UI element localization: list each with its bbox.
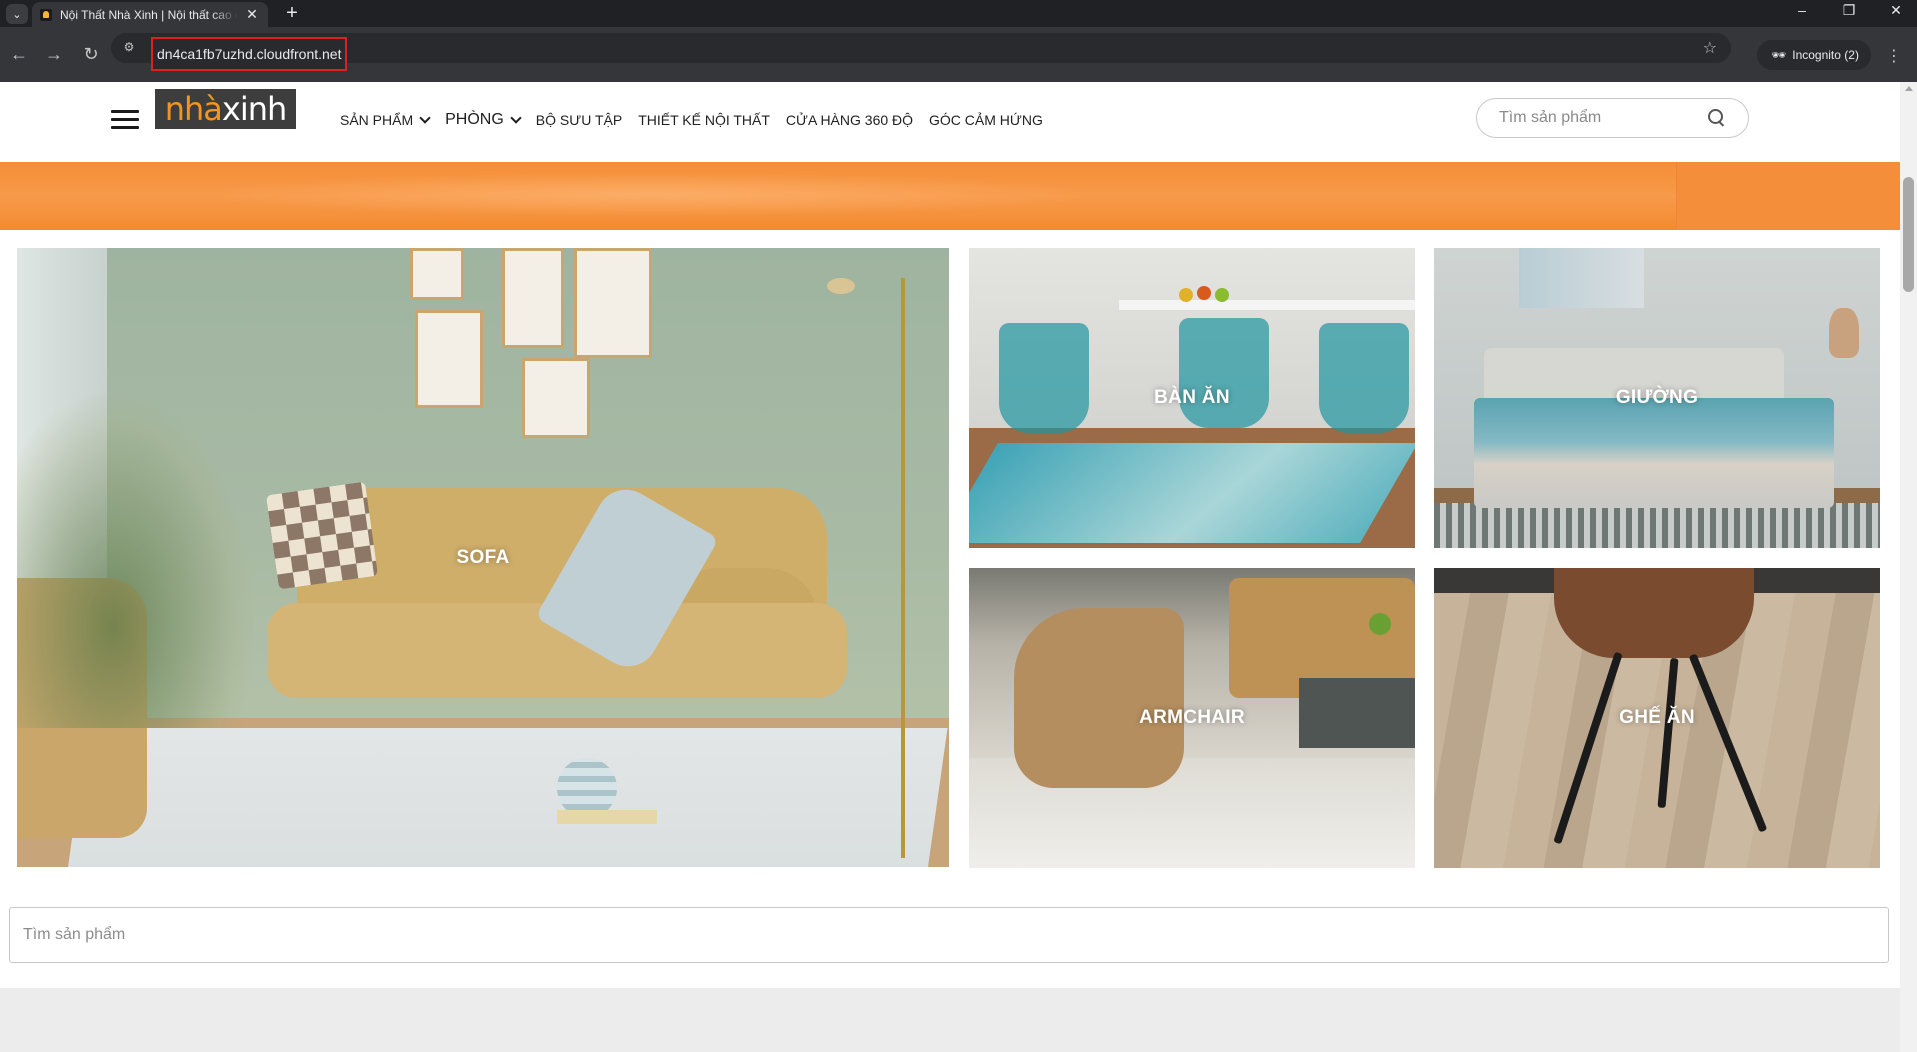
hamburger-menu-icon[interactable] xyxy=(111,110,139,130)
browser-tab[interactable]: Nội Thất Nhà Xinh | Nội thất cao cấp ✕ xyxy=(32,2,268,27)
bookmark-star-icon[interactable]: ☆ xyxy=(1703,38,1717,58)
bottom-search-box xyxy=(9,907,1889,963)
main-nav: SẢN PHẨM PHÒNG BỘ SƯU TẬP THIẾT KẾ NỘI T… xyxy=(340,108,1059,132)
incognito-icon: 🕶 xyxy=(1771,48,1787,62)
url-text[interactable]: dn4ca1fb7uzhd.cloudfront.net xyxy=(151,37,347,71)
category-tile-ghe-an[interactable]: GHẾ ĂN xyxy=(1434,568,1880,868)
site-header: nhà xinh SẢN PHẨM PHÒNG BỘ SƯU TẬP THIẾT… xyxy=(0,82,1900,162)
address-bar[interactable]: ⚙ ☆ xyxy=(111,33,1731,63)
category-label: GHẾ ĂN xyxy=(1619,707,1695,728)
forward-arrow-icon[interactable]: → xyxy=(42,42,66,66)
nav-item-label: SẢN PHẨM xyxy=(340,112,414,128)
promo-banner[interactable] xyxy=(0,162,1900,230)
nav-item-bo-suu-tap[interactable]: BỘ SƯU TẬP xyxy=(536,112,622,128)
nav-item-thiet-ke-noi-that[interactable]: THIẾT KẾ NỘI THẤT xyxy=(638,112,770,128)
incognito-label: Incognito (2) xyxy=(1792,48,1859,62)
category-tile-sofa[interactable]: SOFA xyxy=(17,248,949,867)
minimize-button[interactable]: – xyxy=(1787,2,1817,18)
category-tile-ban-an[interactable]: BÀN ĂN xyxy=(969,248,1415,548)
browser-tab-strip: ⌄ Nội Thất Nhà Xinh | Nội thất cao cấp ✕… xyxy=(0,0,1917,27)
tab-close-icon[interactable]: ✕ xyxy=(244,6,260,23)
nav-item-san-pham[interactable]: SẢN PHẨM xyxy=(340,112,431,128)
restore-button[interactable]: ❐ xyxy=(1834,2,1864,19)
footer-area xyxy=(0,988,1900,1052)
nav-item-label: THIẾT KẾ NỘI THẤT xyxy=(638,112,770,128)
nav-item-goc-cam-hung[interactable]: GÓC CẢM HỨNG xyxy=(929,112,1043,128)
category-label: ARMCHAIR xyxy=(1139,707,1245,728)
site-logo[interactable]: nhà xinh xyxy=(155,89,296,129)
incognito-badge[interactable]: 🕶 Incognito (2) xyxy=(1757,40,1871,70)
bottom-search-input[interactable] xyxy=(23,926,1888,944)
category-label: GIƯỜNG xyxy=(1615,387,1699,408)
new-tab-button[interactable]: + xyxy=(280,2,304,25)
category-label: SOFA xyxy=(456,546,510,568)
chevron-down-icon xyxy=(510,112,522,124)
logo-text-nha: nhà xyxy=(164,90,223,128)
tab-search-button[interactable]: ⌄ xyxy=(6,4,28,24)
scroll-up-arrow-icon[interactable] xyxy=(1905,86,1913,91)
browser-toolbar: ← → ↻ ⚙ ☆ dn4ca1fb7uzhd.cloudfront.net xyxy=(0,27,1917,82)
tab-title: Nội Thất Nhà Xinh | Nội thất cao cấp xyxy=(60,7,238,22)
logo-text-xinh: xinh xyxy=(221,90,287,128)
category-tile-armchair[interactable]: ARMCHAIR xyxy=(969,568,1415,868)
web-page: nhà xinh SẢN PHẨM PHÒNG BỘ SƯU TẬP THIẾT… xyxy=(0,82,1900,1052)
nav-item-phong[interactable]: PHÒNG xyxy=(445,111,522,129)
category-tile-giuong[interactable]: GIƯỜNG xyxy=(1434,248,1880,548)
search-icon[interactable] xyxy=(1708,109,1726,127)
nav-item-label: BỘ SƯU TẬP xyxy=(535,112,623,128)
page-scrollbar[interactable] xyxy=(1900,82,1917,1052)
nav-item-label: CỬA HÀNG 360 ĐỘ xyxy=(785,112,914,128)
window-close-button[interactable]: ✕ xyxy=(1881,2,1911,19)
header-search-input[interactable] xyxy=(1499,109,1708,127)
nav-item-label: GÓC CẢM HỨNG xyxy=(929,112,1043,128)
browser-menu-icon[interactable]: ⋮ xyxy=(1886,46,1902,66)
scrollbar-thumb[interactable] xyxy=(1903,177,1914,292)
site-info-icon[interactable]: ⚙ xyxy=(121,40,137,56)
chevron-down-icon xyxy=(419,112,431,124)
category-label: BÀN ĂN xyxy=(1154,387,1230,408)
header-search-box xyxy=(1476,98,1749,138)
reload-icon[interactable]: ↻ xyxy=(79,42,103,66)
site-favicon-icon xyxy=(40,8,52,21)
back-arrow-icon[interactable]: ← xyxy=(7,42,31,66)
nav-item-label: PHÒNG xyxy=(445,111,504,128)
nav-item-cua-hang-360[interactable]: CỬA HÀNG 360 ĐỘ xyxy=(786,112,913,128)
